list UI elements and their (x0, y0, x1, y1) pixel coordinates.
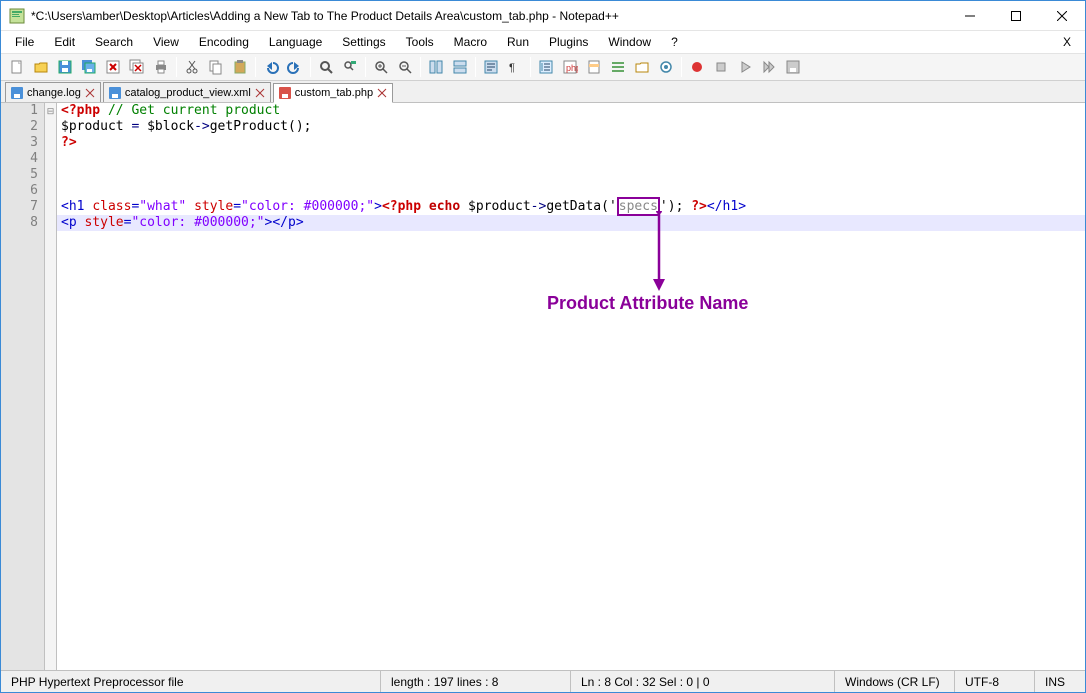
find-icon[interactable] (315, 56, 337, 78)
tab-close-icon[interactable] (377, 88, 387, 98)
svg-text:¶: ¶ (509, 62, 515, 74)
status-length: length : 197 lines : 8 (381, 671, 571, 692)
menu-help[interactable]: ? (661, 33, 688, 51)
annotation-label: Product Attribute Name (547, 293, 748, 314)
app-icon (9, 8, 25, 24)
statusbar: PHP Hypertext Preprocessor file length :… (1, 670, 1085, 692)
disk-icon (11, 87, 23, 99)
monitoring-icon[interactable] (655, 56, 677, 78)
doc-map-icon[interactable] (583, 56, 605, 78)
disk-icon (109, 87, 121, 99)
svg-text:php: php (566, 63, 578, 73)
record-icon[interactable] (686, 56, 708, 78)
menu-extra-x[interactable]: X (1053, 33, 1081, 51)
menubar: File Edit Search View Encoding Language … (1, 31, 1085, 53)
menu-encoding[interactable]: Encoding (189, 33, 259, 51)
menu-run[interactable]: Run (497, 33, 539, 51)
menu-tools[interactable]: Tools (396, 33, 444, 51)
tab-label: catalog_product_view.xml (125, 87, 251, 99)
paste-icon[interactable] (229, 56, 251, 78)
all-chars-icon[interactable]: ¶ (504, 56, 526, 78)
line-number: 5 (1, 167, 44, 183)
undo-icon[interactable] (260, 56, 282, 78)
code-line: <?php // Get current product (57, 103, 1085, 119)
lang-icon[interactable]: php (559, 56, 581, 78)
maximize-button[interactable] (993, 1, 1039, 31)
play-multi-icon[interactable] (758, 56, 780, 78)
sync-v-icon[interactable] (425, 56, 447, 78)
redo-icon[interactable] (284, 56, 306, 78)
copy-icon[interactable] (205, 56, 227, 78)
code-line: ?> (57, 135, 1085, 151)
code-line (57, 167, 1085, 183)
menu-file[interactable]: File (5, 33, 44, 51)
status-language: PHP Hypertext Preprocessor file (1, 671, 381, 692)
folder-as-workspace-icon[interactable] (631, 56, 653, 78)
status-encoding[interactable]: UTF-8 (955, 671, 1035, 692)
code-area[interactable]: <?php // Get current product $product = … (57, 103, 1085, 670)
titlebar: *C:\Users\amber\Desktop\Articles\Adding … (1, 1, 1085, 31)
disk-dirty-icon (279, 87, 291, 99)
fold-gutter: ⊟ (45, 103, 57, 670)
tab-close-icon[interactable] (85, 88, 95, 98)
func-list-icon[interactable] (607, 56, 629, 78)
toolbar: ¶ php (1, 53, 1085, 81)
tabbar: change.log catalog_product_view.xml cust… (1, 81, 1085, 103)
menu-macro[interactable]: Macro (444, 33, 497, 51)
line-number: 4 (1, 151, 44, 167)
close-all-icon[interactable] (126, 56, 148, 78)
code-line (57, 151, 1085, 167)
line-number: 7 (1, 199, 44, 215)
menu-settings[interactable]: Settings (332, 33, 395, 51)
menu-language[interactable]: Language (259, 33, 332, 51)
wordwrap-icon[interactable] (480, 56, 502, 78)
menu-edit[interactable]: Edit (44, 33, 85, 51)
cut-icon[interactable] (181, 56, 203, 78)
status-position: Ln : 8 Col : 32 Sel : 0 | 0 (571, 671, 835, 692)
tab-label: change.log (27, 87, 81, 99)
tab-close-icon[interactable] (255, 88, 265, 98)
menu-plugins[interactable]: Plugins (539, 33, 598, 51)
save-all-icon[interactable] (78, 56, 100, 78)
close-button[interactable] (1039, 1, 1085, 31)
line-number: 1 (1, 103, 44, 119)
editor[interactable]: 1 2 3 4 5 6 7 8 ⊟ <?php // Get current p… (1, 103, 1085, 670)
fold-toggle-icon[interactable]: ⊟ (45, 103, 56, 119)
line-number-gutter: 1 2 3 4 5 6 7 8 (1, 103, 45, 670)
menu-window[interactable]: Window (598, 33, 661, 51)
open-file-icon[interactable] (30, 56, 52, 78)
code-line (57, 183, 1085, 199)
menu-view[interactable]: View (143, 33, 189, 51)
tab-label: custom_tab.php (295, 87, 373, 99)
print-icon[interactable] (150, 56, 172, 78)
sync-h-icon[interactable] (449, 56, 471, 78)
window-title: *C:\Users\amber\Desktop\Articles\Adding … (31, 9, 947, 23)
new-file-icon[interactable] (6, 56, 28, 78)
tab-change-log[interactable]: change.log (5, 82, 101, 102)
replace-icon[interactable] (339, 56, 361, 78)
code-line: <h1 class="what" style="color: #000000;"… (57, 199, 1085, 215)
stop-icon[interactable] (710, 56, 732, 78)
code-line: <p style="color: #000000;"></p> (57, 215, 1085, 231)
save-macro-icon[interactable] (782, 56, 804, 78)
code-line: $product = $block->getProduct(); (57, 119, 1085, 135)
status-insert-mode[interactable]: INS (1035, 671, 1085, 692)
menu-search[interactable]: Search (85, 33, 143, 51)
zoom-in-icon[interactable] (370, 56, 392, 78)
line-number: 8 (1, 215, 44, 231)
zoom-out-icon[interactable] (394, 56, 416, 78)
annotation-arrow-icon (649, 211, 669, 291)
indent-guide-icon[interactable] (535, 56, 557, 78)
tab-catalog-product-view[interactable]: catalog_product_view.xml (103, 82, 271, 102)
line-number: 2 (1, 119, 44, 135)
line-number: 6 (1, 183, 44, 199)
close-icon[interactable] (102, 56, 124, 78)
line-number: 3 (1, 135, 44, 151)
play-icon[interactable] (734, 56, 756, 78)
tab-custom-tab-php[interactable]: custom_tab.php (273, 83, 393, 103)
status-eol[interactable]: Windows (CR LF) (835, 671, 955, 692)
minimize-button[interactable] (947, 1, 993, 31)
save-icon[interactable] (54, 56, 76, 78)
